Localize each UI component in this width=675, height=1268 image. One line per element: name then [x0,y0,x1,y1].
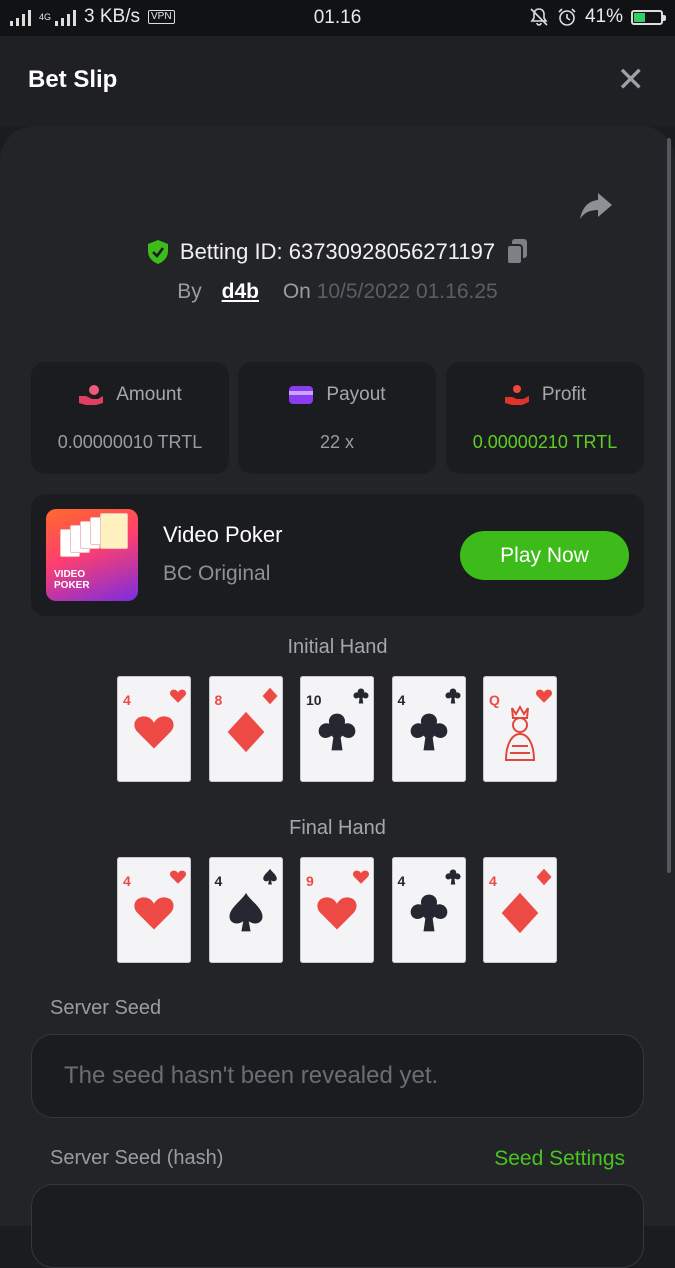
playing-card: 8 [208,676,283,782]
hand-coins-icon [79,385,104,405]
diamond-icon [262,687,277,705]
profit-label: Profit [541,384,587,405]
playing-card: 10 [300,676,374,782]
page-title: Bet Slip [28,66,118,93]
bet-date: 10/5/2022 01.16.25 [316,280,498,303]
playing-card: 4 [117,857,191,963]
heart-pip-icon [134,897,174,930]
server-seed-placeholder: The seed hasn't been revealed yet. [64,1062,439,1089]
club-icon [445,688,460,704]
status-bar: 4G 3 KB/s VPN 01.16 41% [0,0,675,36]
copy-icon[interactable] [505,238,529,266]
club-pip-icon [410,713,447,751]
seed-settings-link[interactable]: Seed Settings [494,1147,625,1171]
card-rank: 4 [123,873,131,889]
spade-pip-icon [229,892,262,932]
initial-hand-label: Initial Hand [287,636,388,658]
betting-id-row: Betting ID: 63730928056271197 [0,238,675,266]
card-rank: 4 [123,692,131,708]
share-icon[interactable] [578,190,614,222]
thumbnail-text: VIDEO POKER [54,569,90,591]
server-seed-field[interactable]: The seed hasn't been revealed yet. [31,1034,644,1118]
battery-percent: 41% [584,6,623,27]
game-card: VIDEO POKER Video Poker BC Original Play … [31,494,644,616]
betting-id: Betting ID: 63730928056271197 [179,239,496,264]
playing-card: 4 [208,857,283,963]
heart-pip-icon [134,716,174,749]
game-name: Video Poker [163,522,283,547]
card-rank: 4 [489,873,497,889]
card-rank: 10 [306,692,322,708]
alarm-icon [558,8,576,26]
card-rank: 4 [397,873,406,889]
final-hand-label: Final Hand [289,817,386,839]
queen-figure-icon [504,704,536,761]
club-pip-icon [318,713,356,751]
shield-check-icon [147,240,168,264]
bet-byline: By d4b On 10/5/2022 01.16.25 [0,280,675,304]
payout-card: Payout 22 x [238,362,436,474]
heart-icon [169,870,187,884]
heart-pip-icon [317,897,357,930]
payout-label: Payout [326,384,386,405]
amount-card: Amount 0.00000010 TRTL [31,362,229,474]
server-seed-hash-field[interactable] [31,1184,644,1268]
video-poker-thumbnail: VIDEO POKER [46,509,138,601]
card-rank: 4 [397,692,406,708]
playing-card: 9 [300,857,374,963]
diamond-icon [536,868,552,886]
card-rank: 9 [306,873,314,889]
heart-icon [169,689,187,703]
header: Bet Slip ✕ [0,36,675,126]
on-label: On [282,280,311,303]
server-seed-hash-label: Server Seed (hash) [50,1147,224,1169]
play-now-button[interactable]: Play Now [460,531,629,580]
card-rank: 8 [214,692,223,708]
spade-icon [262,868,277,885]
club-icon [445,869,460,885]
status-right: 41% [529,6,666,28]
club-icon [353,688,369,704]
close-icon[interactable]: ✕ [617,60,646,100]
hand-person-icon [504,385,529,405]
amount-label: Amount [116,384,182,405]
amount-value: 0.00000010 TRTL [57,432,203,452]
heart-icon [352,870,370,884]
game-provider: BC Original [163,562,271,585]
playing-card: 4 [117,676,191,782]
playing-card: 4 [391,676,466,782]
playing-card: 4 [483,857,557,963]
club-pip-icon [410,894,447,932]
server-seed-label: Server Seed [50,997,162,1019]
playing-card: 4 [391,857,466,963]
profit-value: 0.00000210 TRTL [472,432,618,452]
wallet-icon [289,386,314,404]
mute-bell-icon [530,8,548,26]
diamond-pip-icon [227,711,264,753]
battery-icon [631,9,666,25]
profit-card: Profit 0.00000210 TRTL [446,362,644,474]
playing-card: Q [483,676,557,782]
by-label: By [177,280,202,303]
username-link[interactable]: d4b [222,280,259,303]
diamond-pip-icon [501,892,539,934]
card-rank: 4 [214,873,223,889]
payout-value: 22 x [319,432,355,452]
